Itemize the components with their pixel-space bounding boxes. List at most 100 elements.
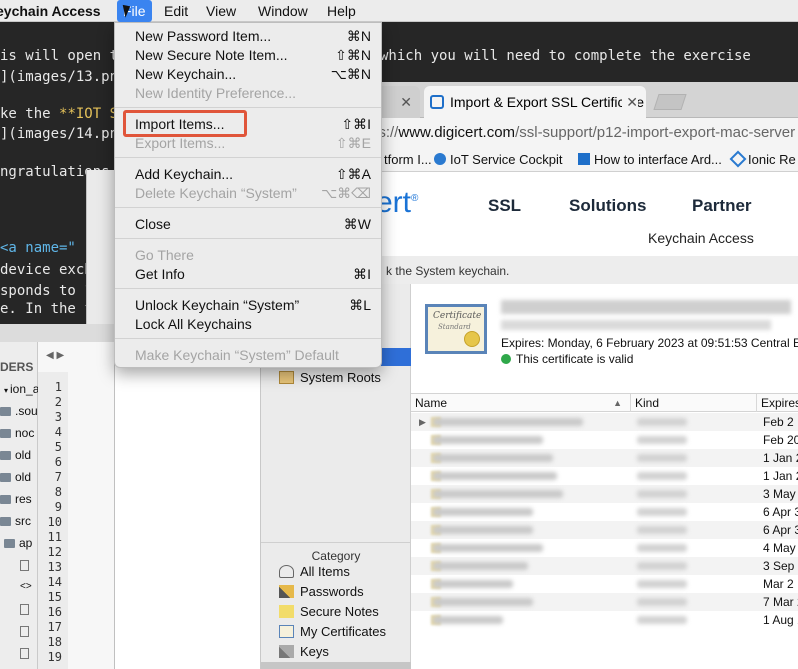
disclosure-icon[interactable]: ▶ xyxy=(419,413,426,431)
table-row[interactable]: Mar 2 xyxy=(411,575,798,593)
menu-item[interactable]: New Secure Note Item... ⇧⌘N xyxy=(135,46,371,65)
folder-item[interactable]: old xyxy=(0,466,31,488)
sap-icon xyxy=(434,153,446,165)
redacted-name xyxy=(433,490,563,498)
nav-ssl[interactable]: SSL xyxy=(488,196,521,216)
table-row[interactable]: 1 Aug 1 xyxy=(411,611,798,629)
redacted-kind xyxy=(637,526,687,534)
folder-item[interactable]: old xyxy=(0,444,31,466)
folder-item[interactable]: res xyxy=(0,488,32,510)
bookmarks-bar: tform I... IoT Service Cockpit How to in… xyxy=(370,148,798,172)
nav-partner[interactable]: Partner xyxy=(692,196,752,216)
redacted-name xyxy=(433,418,583,426)
file-item[interactable] xyxy=(20,620,33,642)
folder-item[interactable]: noc xyxy=(0,422,34,444)
line-number-gutter: 1 2 3 4 5 6 7 8 9 10 11 12 13 14 15 16 17 18 19 xyxy=(38,372,68,669)
table-row[interactable]: 4 May xyxy=(411,539,798,557)
new-tab-button[interactable] xyxy=(653,94,687,110)
file-item[interactable] xyxy=(20,554,33,576)
tab-current[interactable]: Import & Export SSL Certificate ✕ xyxy=(424,86,646,118)
menu-item[interactable]: New Password Item... ⌘N xyxy=(135,27,371,46)
table-row[interactable]: ▶ Feb 2 xyxy=(411,413,798,431)
sidebar-item-system-roots[interactable]: System Roots xyxy=(279,368,381,388)
file-item[interactable] xyxy=(20,642,33,664)
redacted-name xyxy=(433,472,557,480)
cert-expires: Expires: Monday, 6 February 2023 at 09:5… xyxy=(501,336,798,350)
bookmark-item[interactable]: IoT Service Cockpit xyxy=(434,148,562,171)
category-all-items[interactable]: All Items xyxy=(279,562,350,582)
column-expires[interactable]: Expires xyxy=(757,394,798,412)
menu-view[interactable]: View xyxy=(200,0,242,22)
menu-help[interactable]: Help xyxy=(321,0,362,22)
site-logo[interactable]: ert® xyxy=(376,186,418,220)
menu-window[interactable]: Window xyxy=(252,0,314,22)
menu-edit[interactable]: Edit xyxy=(158,0,194,22)
expires-cell: Feb 20 xyxy=(763,433,798,447)
redacted-name xyxy=(433,544,543,552)
bookmark-item[interactable]: How to interface Ard... xyxy=(578,148,722,171)
keychain-icon xyxy=(279,371,294,384)
line-number: 7 xyxy=(54,470,62,484)
page-hint: k the System keychain. xyxy=(370,256,798,286)
file-item[interactable] xyxy=(20,598,33,620)
table-row[interactable]: 3 Sep 1 xyxy=(411,557,798,575)
menu-item[interactable]: Lock All Keychains xyxy=(135,315,371,334)
table-row[interactable]: 1 Jan 2 xyxy=(411,449,798,467)
table-row[interactable]: 6 Apr 3 xyxy=(411,503,798,521)
table-row[interactable]: 1 Jan 2 xyxy=(411,467,798,485)
table-row[interactable]: 3 May xyxy=(411,485,798,503)
line-number: 15 xyxy=(47,590,62,604)
close-icon[interactable]: ✕ xyxy=(622,86,638,118)
close-icon[interactable]: ✕ xyxy=(400,86,412,118)
menu-item: New Identity Preference... xyxy=(135,84,371,103)
table-row[interactable]: 7 Mar 2 xyxy=(411,593,798,611)
terminal-text: which you will need to complete the exer… xyxy=(380,48,751,64)
folder-item[interactable]: ap xyxy=(4,532,32,554)
pane-header xyxy=(38,324,114,342)
nav-solutions[interactable]: Solutions xyxy=(569,196,646,216)
category-my-certificates[interactable]: My Certificates xyxy=(279,622,386,642)
menu-item[interactable]: Import Items... ⇧⌘I xyxy=(135,115,371,134)
category-header: Category xyxy=(261,542,411,563)
terminal-line: e. In the f xyxy=(0,301,93,317)
menu-item[interactable]: Add Keychain... ⇧⌘A xyxy=(135,165,371,184)
bookmark-item[interactable]: Ionic Re xyxy=(729,148,796,171)
file-icon xyxy=(20,560,29,571)
cert-valid-text: This certificate is valid xyxy=(516,352,634,366)
file-icon xyxy=(20,648,29,659)
category-keys[interactable]: Keys xyxy=(279,642,329,662)
folder-root[interactable]: ▾ ion_a xyxy=(4,378,39,400)
app-menu[interactable]: eychain Access xyxy=(0,3,101,19)
cert-script-text: Certificate xyxy=(433,311,482,321)
menu-item[interactable]: Unlock Keychain “System” ⌘L xyxy=(135,296,371,315)
folder-item[interactable]: src xyxy=(0,510,31,532)
menu-file[interactable]: File xyxy=(117,0,152,22)
expires-cell: Feb 2 xyxy=(763,415,794,429)
expires-cell: 1 Aug 1 xyxy=(763,613,798,627)
bookmark-label: Ionic Re xyxy=(748,152,796,167)
terminal-line: ](images/13.pn xyxy=(0,69,119,85)
redacted-name xyxy=(433,562,528,570)
redacted-name xyxy=(433,616,503,624)
menu-item-label: Make Keychain “System” Default xyxy=(135,347,339,363)
menu-item[interactable]: New Keychain... ⌥⌘N xyxy=(135,65,371,84)
category-secure-notes[interactable]: Secure Notes xyxy=(279,602,379,622)
redacted-kind xyxy=(637,616,687,624)
table-row[interactable]: Feb 20 xyxy=(411,431,798,449)
line-number: 11 xyxy=(47,530,62,544)
address-bar[interactable]: ps://www.digicert.com/ssl-support/p12-im… xyxy=(370,118,798,148)
folder-item[interactable]: .sou xyxy=(0,400,38,422)
menu-item[interactable]: Close ⌘W xyxy=(135,215,371,234)
category-passwords[interactable]: Passwords xyxy=(279,582,364,602)
column-name[interactable]: Name ▲ xyxy=(411,394,631,412)
menu-item-label: Export Items... xyxy=(135,135,226,151)
editor-nav-arrows[interactable]: ◀ ▶ xyxy=(46,350,64,361)
expires-cell: Mar 2 xyxy=(763,577,794,591)
bookmark-item[interactable]: tform I... xyxy=(384,148,432,171)
menu-item-shortcut: ⌘I xyxy=(353,266,371,282)
column-kind[interactable]: Kind xyxy=(631,394,757,412)
code-file-item[interactable]: <> xyxy=(20,576,32,598)
expires-cell: 3 Sep 1 xyxy=(763,559,798,573)
menu-item[interactable]: Get Info ⌘I xyxy=(135,265,371,284)
table-row[interactable]: 6 Apr 3 xyxy=(411,521,798,539)
